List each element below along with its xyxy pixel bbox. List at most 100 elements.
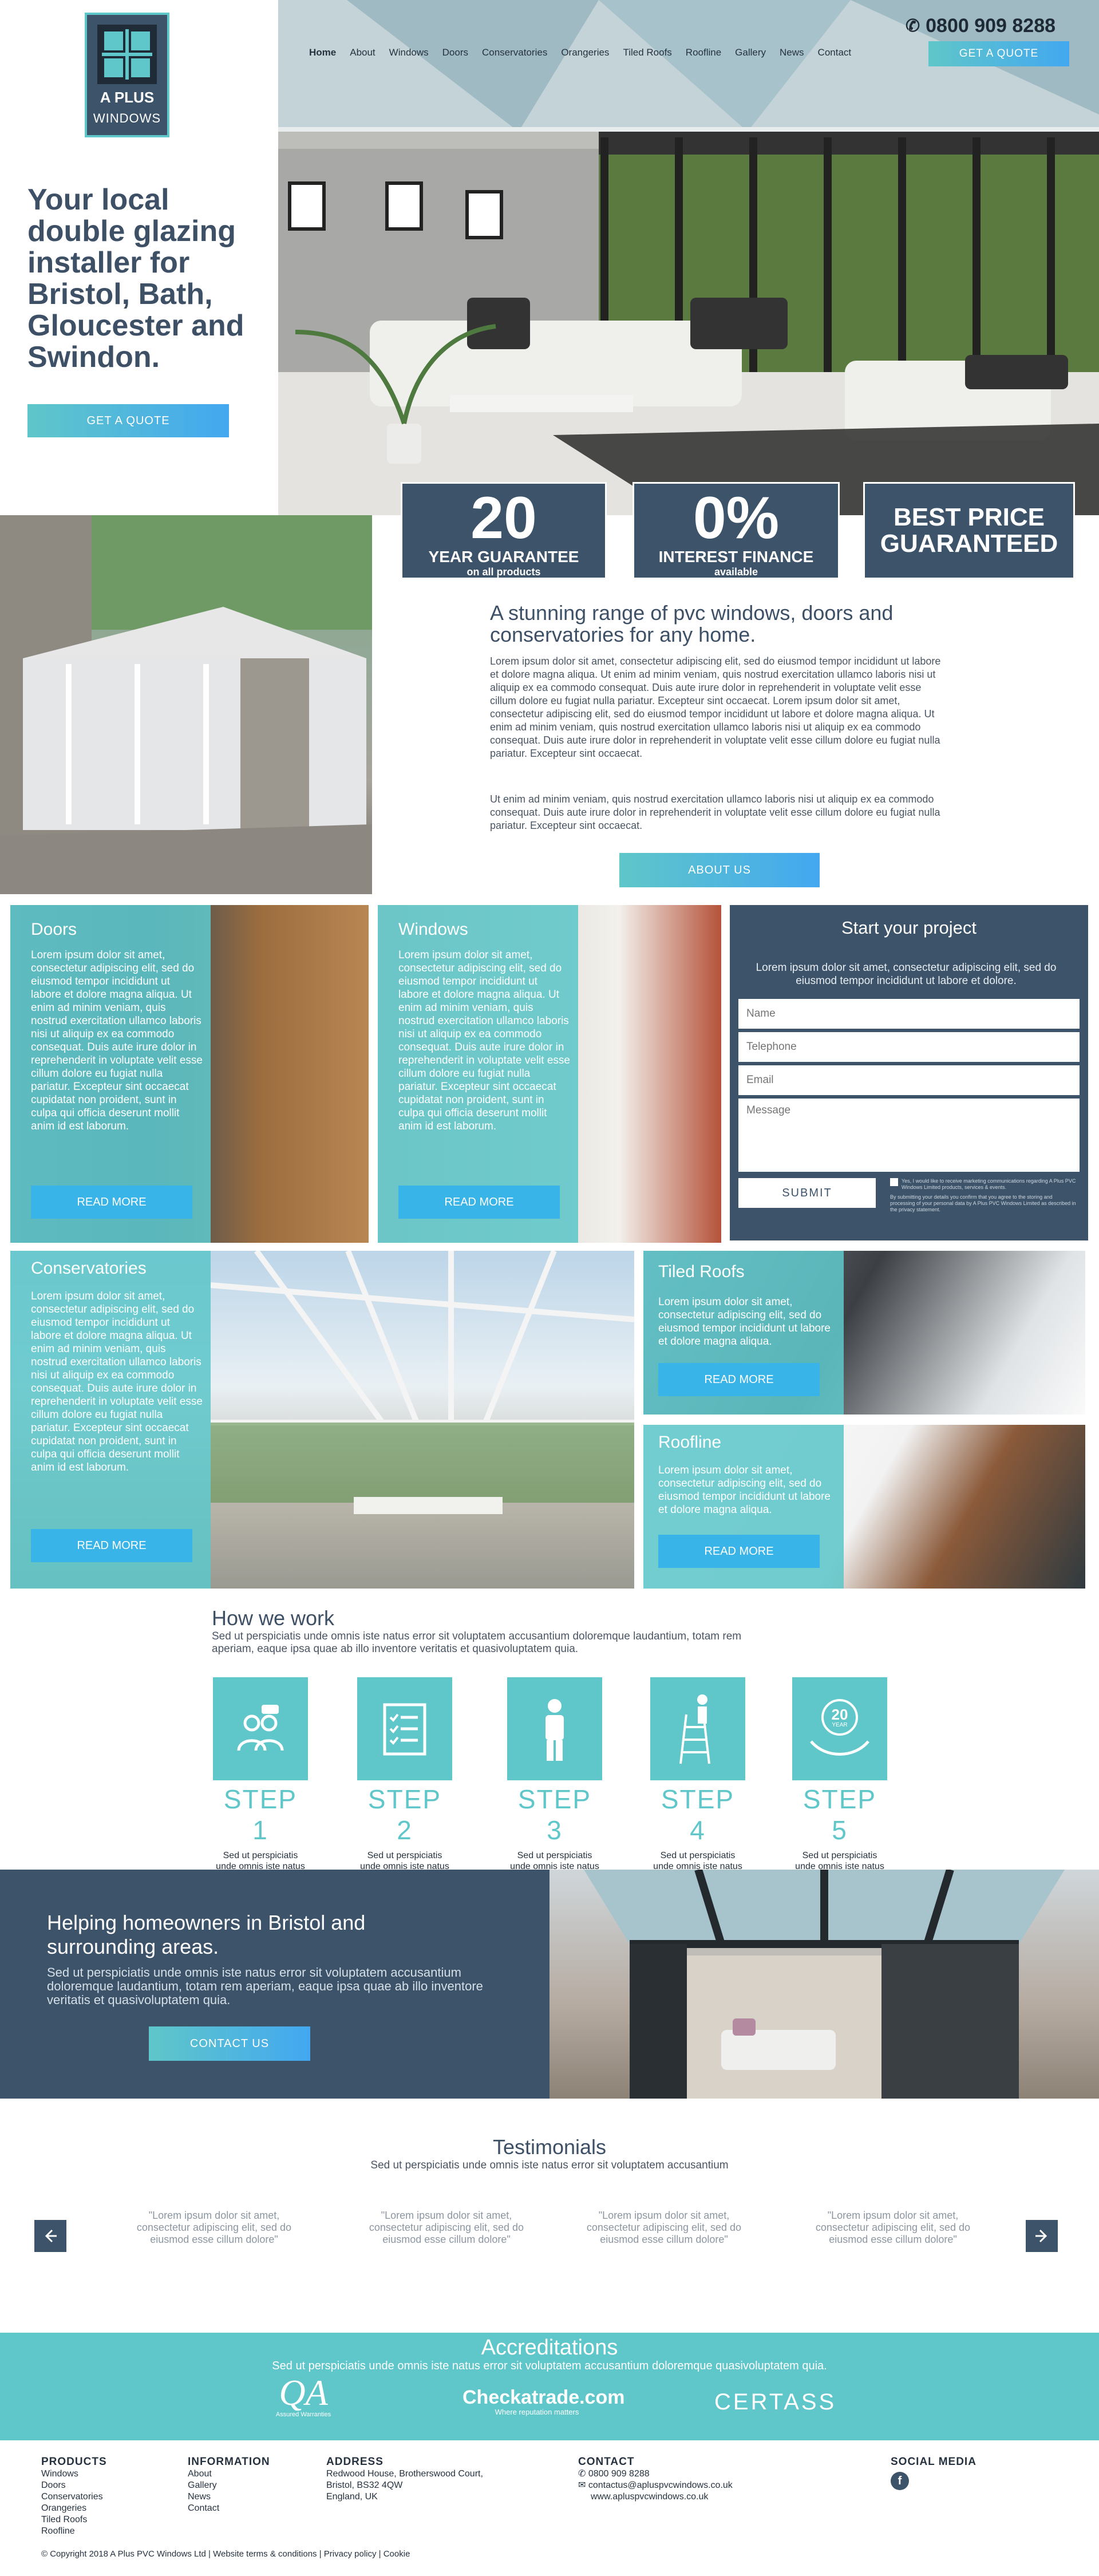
footer-link-windows[interactable]: Windows <box>41 2468 107 2480</box>
footer-link-orangeries[interactable]: Orangeries <box>41 2503 107 2514</box>
footer-social: SOCIAL MEDIA f <box>891 2456 977 2490</box>
testimonials-subtitle: Sed ut perspiciatis unde omnis iste natu… <box>370 2159 729 2171</box>
consultation-icon <box>213 1677 308 1780</box>
consent-checkbox[interactable] <box>890 1178 898 1186</box>
footer-link-doors[interactable]: Doors <box>41 2480 107 2491</box>
doors-read-more-button[interactable]: READ MORE <box>31 1186 192 1219</box>
footer-link-tiled-roofs[interactable]: Tiled Roofs <box>41 2514 107 2526</box>
checkatrade-logo-sub: Where reputation matters <box>495 2408 579 2416</box>
about-paragraph-2: Ut enim ad minim veniam, quis nostrud ex… <box>490 793 940 831</box>
footer-link-conservatories[interactable]: Conservatories <box>41 2491 107 2503</box>
roofline-tile[interactable]: Roofline Lorem ipsum dolor sit amet, con… <box>643 1425 1085 1589</box>
footer-address-line3: England, UK <box>326 2492 378 2502</box>
footer-address-heading: ADDRESS <box>326 2456 384 2468</box>
footer-contact: CONTACT ✆ 0800 909 8288 ✉ contactus@aplu… <box>578 2456 733 2503</box>
qa-logo[interactable]: QA Assured Warranties <box>269 2374 338 2419</box>
telephone-input[interactable] <box>738 1032 1080 1062</box>
checklist-icon <box>357 1677 452 1780</box>
conservatories-tile[interactable]: Conservatories Lorem ipsum dolor sit ame… <box>10 1251 634 1589</box>
nav-gallery[interactable]: Gallery <box>735 47 766 58</box>
main-nav: Home About Windows Doors Conservatories … <box>309 47 851 58</box>
tiled-roofs-title: Tiled Roofs <box>658 1262 745 1281</box>
conservatories-text: Lorem ipsum dolor sit amet, consectetur … <box>31 1290 203 1473</box>
footer-phone-number: 0800 909 8288 <box>588 2469 650 2479</box>
message-input[interactable] <box>738 1099 1080 1172</box>
email-input[interactable] <box>738 1065 1080 1095</box>
nav-tiled-roofs[interactable]: Tiled Roofs <box>623 47 671 58</box>
phone-number: 0800 909 8288 <box>926 15 1056 37</box>
facebook-letter: f <box>898 2474 902 2487</box>
certass-logo[interactable]: CERTASS <box>714 2389 835 2415</box>
about-heading: A stunning range of pvc windows, doors a… <box>490 601 894 646</box>
windows-read-more-button[interactable]: READ MORE <box>398 1186 560 1219</box>
footer-website[interactable]: www.apluspvcwindows.co.uk <box>578 2491 733 2503</box>
testimonial-quote-4: "Lorem ipsum dolor sit amet, consectetur… <box>815 2210 971 2245</box>
windows-text: Lorem ipsum dolor sit amet, consectetur … <box>398 949 570 1132</box>
nav-about[interactable]: About <box>350 47 375 58</box>
submit-button[interactable]: SUBMIT <box>738 1178 876 1208</box>
nav-home[interactable]: Home <box>309 47 336 58</box>
helping-subtitle: Sed ut perspiciatis unde omnis iste natu… <box>47 1965 483 2007</box>
qa-logo-sub: Assured Warranties <box>275 2411 331 2418</box>
nav-conservatories[interactable]: Conservatories <box>482 47 547 58</box>
windows-tile[interactable]: Windows Lorem ipsum dolor sit amet, cons… <box>378 905 721 1243</box>
nav-contact[interactable]: Contact <box>818 47 852 58</box>
logo-text-line1: A PLUS <box>100 88 155 106</box>
stat-guarantee-number: 20 <box>471 485 537 551</box>
arrow-right-icon <box>1035 2229 1047 2243</box>
footer-contact-heading: CONTACT <box>578 2456 635 2468</box>
nav-roofline[interactable]: Roofline <box>686 47 721 58</box>
footer-products: PRODUCTS Windows Doors Conservatories Or… <box>41 2456 107 2537</box>
about-paragraph-1: Lorem ipsum dolor sit amet, consectetur … <box>490 655 941 759</box>
facebook-icon[interactable]: f <box>891 2472 909 2490</box>
nav-orangeries[interactable]: Orangeries <box>561 47 609 58</box>
tiled-roofs-tile[interactable]: Tiled Roofs Lorem ipsum dolor sit amet, … <box>643 1251 1085 1415</box>
window-logo-icon <box>97 24 157 84</box>
about-us-button[interactable]: ABOUT US <box>619 853 820 887</box>
form-intro: Lorem ipsum dolor sit amet, consectetur … <box>756 962 1057 987</box>
footer-products-heading: PRODUCTS <box>41 2456 107 2468</box>
step-5-label: STEP 5 <box>802 1784 877 1845</box>
orangery-photo <box>0 515 372 894</box>
tiled-roofs-text: Lorem ipsum dolor sit amet, consectetur … <box>658 1296 831 1348</box>
email-icon: ✉ <box>578 2480 588 2490</box>
name-input[interactable] <box>738 999 1080 1029</box>
checkatrade-logo[interactable]: Checkatrade.com Where reputation matters <box>462 2387 624 2416</box>
footer-link-gallery[interactable]: Gallery <box>188 2480 270 2491</box>
hero-title: Your local double glazing installer for … <box>27 183 244 374</box>
step-2-label: STEP 2 <box>367 1784 442 1845</box>
tiled-roofs-read-more-button[interactable]: READ MORE <box>658 1363 820 1396</box>
header-quote-button[interactable]: GET A QUOTE <box>928 41 1069 66</box>
contact-us-button[interactable]: CONTACT US <box>149 2026 310 2061</box>
footer-link-contact[interactable]: Contact <box>188 2503 270 2514</box>
footer-link-news[interactable]: News <box>188 2491 270 2503</box>
conservatories-title: Conservatories <box>31 1259 147 1278</box>
footer-social-heading: SOCIAL MEDIA <box>891 2456 977 2468</box>
testimonial-prev-button[interactable] <box>34 2220 66 2252</box>
nav-windows[interactable]: Windows <box>389 47 429 58</box>
hero-quote-button[interactable]: GET A QUOTE <box>27 404 229 437</box>
testimonial-quote-3: "Lorem ipsum dolor sit amet, consectetur… <box>586 2210 742 2245</box>
nav-news[interactable]: News <box>780 47 804 58</box>
doors-tile[interactable]: Doors Lorem ipsum dolor sit amet, consec… <box>10 905 369 1243</box>
roofline-read-more-button[interactable]: READ MORE <box>658 1535 820 1568</box>
footer-address: ADDRESS Redwood House, Brotherswood Cour… <box>326 2456 483 2503</box>
footer-link-about[interactable]: About <box>188 2468 270 2480</box>
ladder-icon <box>650 1677 745 1780</box>
footer-information-heading: INFORMATION <box>188 2456 270 2468</box>
conservatories-read-more-button[interactable]: READ MORE <box>31 1529 192 1562</box>
footer-information: INFORMATION About Gallery News Contact <box>188 2456 270 2514</box>
step-4: STEP 4 Sed ut perspiciatis unde omnis is… <box>650 1677 745 1883</box>
footer-phone[interactable]: ✆ 0800 909 8288 <box>578 2468 733 2480</box>
consent-text: Yes, I would like to receive marketing c… <box>902 1178 1076 1190</box>
footer-address-line1: Redwood House, Brotherswood Court, <box>326 2469 483 2479</box>
site-logo[interactable]: A PLUS WINDOWS <box>85 13 169 137</box>
footer-email[interactable]: ✉ contactus@apluspvcwindows.co.uk <box>578 2480 733 2491</box>
stat-guarantee: 20 YEAR GUARANTEE on all products <box>401 482 607 579</box>
helping-title: Helping homeowners in Bristol and surrou… <box>47 1911 366 1958</box>
header-phone[interactable]: ✆ 0800 909 8288 <box>906 15 1055 37</box>
nav-doors[interactable]: Doors <box>442 47 468 58</box>
guarantee-icon: 20 YEAR <box>792 1677 887 1780</box>
footer-link-roofline[interactable]: Roofline <box>41 2526 107 2537</box>
testimonial-next-button[interactable] <box>1026 2220 1058 2252</box>
